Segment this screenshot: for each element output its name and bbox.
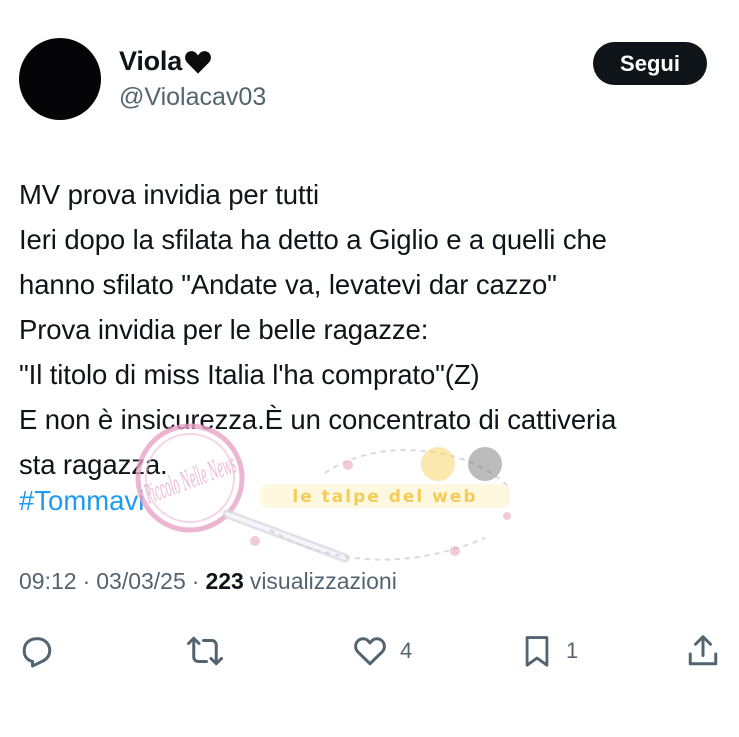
reply-button[interactable] — [19, 628, 55, 674]
tweet-time[interactable]: 09:12 — [19, 568, 77, 595]
black-heart-icon — [185, 50, 211, 74]
tweet-text-line: Prova invidia per le belle ragazze: — [19, 314, 429, 345]
tweet-text-line: MV prova invidia per tutti — [19, 179, 320, 210]
avatar[interactable] — [19, 38, 101, 120]
tweet-text-line: E non è insicurezza.È un concentrato di … — [19, 404, 617, 435]
tweet-text: MV prova invidia per tutti Ieri dopo la … — [19, 172, 729, 487]
tweet-meta: 09:12 · 03/03/25 · 223 visualizzazioni — [19, 568, 397, 595]
tweet-text-line: hanno sfilato "Andate va, levatevi dar c… — [19, 269, 557, 300]
tweet-text-line: "Il titolo di miss Italia l'ha comprato"… — [19, 359, 480, 390]
share-icon — [688, 635, 718, 666]
author-handle[interactable]: @Violacav03 — [119, 83, 266, 112]
like-count: 4 — [400, 638, 413, 663]
views-count: 223 — [205, 568, 244, 594]
like-button[interactable]: 4 — [352, 628, 412, 674]
like-icon — [354, 637, 386, 666]
author-name-row[interactable]: Viola — [119, 46, 212, 77]
hashtag-link[interactable]: #Tommavi — [19, 478, 144, 523]
follow-button[interactable]: Segui — [593, 42, 707, 85]
bookmark-button[interactable]: 1 — [520, 628, 578, 674]
action-bar: 4 1 — [0, 628, 739, 674]
views-label: visualizzazioni — [249, 568, 397, 594]
watermark-banner-text: le talpe del web — [292, 487, 477, 507]
meta-separator: · — [82, 568, 91, 594]
reply-icon — [22, 637, 52, 668]
repost-button[interactable] — [186, 628, 224, 674]
meta-separator: · — [191, 568, 200, 594]
tweet-date[interactable]: 03/03/25 — [96, 568, 186, 595]
display-name[interactable]: Viola — [119, 46, 182, 77]
bookmark-count: 1 — [566, 638, 579, 663]
share-button[interactable] — [685, 628, 721, 674]
bookmark-icon — [525, 636, 549, 667]
tweet: Viola @Violacav03 Segui MV prova invidia… — [0, 0, 739, 737]
repost-icon — [187, 636, 223, 666]
tweet-text-line: Ieri dopo la sfilata ha detto a Giglio e… — [19, 224, 607, 255]
